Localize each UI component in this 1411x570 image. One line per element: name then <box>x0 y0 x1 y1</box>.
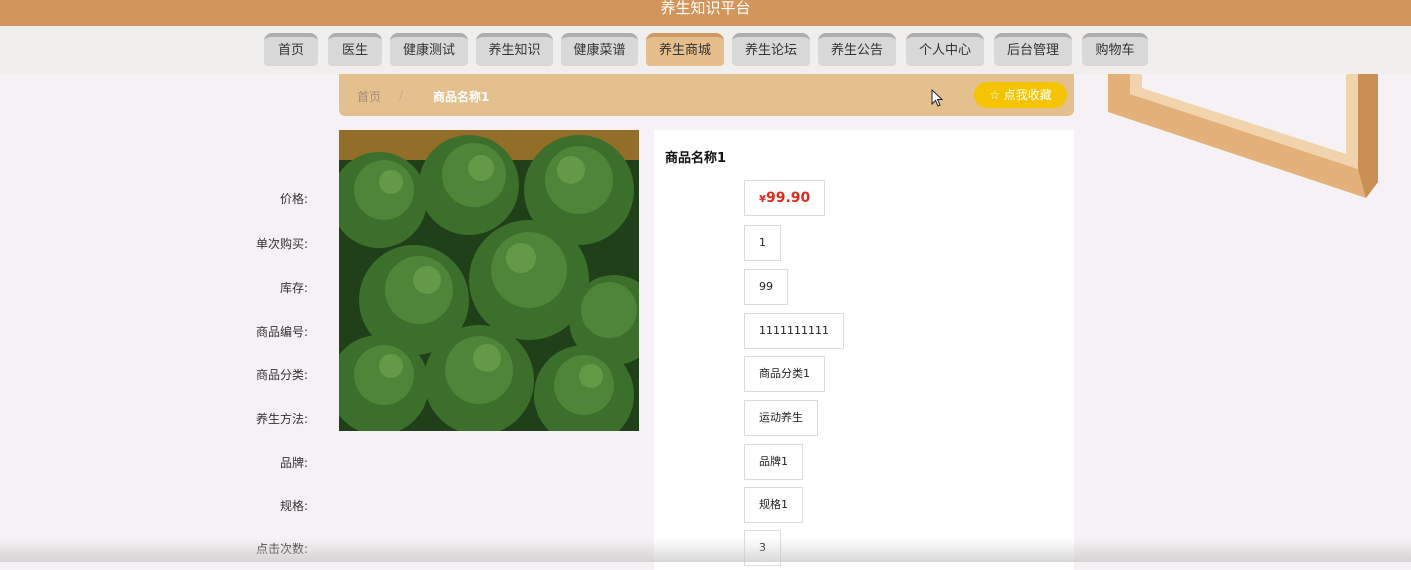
nav-item-wellness-knowledge[interactable]: 养生知识 <box>476 33 553 66</box>
method-label: 养生方法: <box>255 412 308 426</box>
quantity-value[interactable]: 1 <box>744 225 781 261</box>
brand-value: 品牌1 <box>744 444 803 480</box>
product-code-value: 1111111111 <box>744 313 844 349</box>
site-title: 养生知识平台 <box>660 0 751 17</box>
stock-value: 99 <box>744 269 788 305</box>
favorite-button[interactable]: ☆ 点我收藏 <box>974 82 1067 108</box>
nav-item-home[interactable]: 首页 <box>264 33 318 66</box>
product-details: 商品名称1 价格: ¥99.90 单次购买: 1 库存: 99 商品编号: 11… <box>256 130 1074 570</box>
price-label: 价格: <box>279 192 308 206</box>
spec-label: 规格: <box>279 499 308 513</box>
brand-label: 品牌: <box>279 456 308 470</box>
category-value: 商品分类1 <box>744 356 825 392</box>
nav-item-admin[interactable]: 后台管理 <box>994 33 1072 66</box>
nav-item-user-center[interactable]: 个人中心 <box>906 33 984 66</box>
price-value: ¥99.90 <box>744 180 826 216</box>
breadcrumb-separator: / <box>399 88 404 102</box>
nav-item-cart[interactable]: 购物车 <box>1082 33 1148 66</box>
breadcrumb: 首页 / 商品名称1 ☆ 点我收藏 <box>339 74 1074 116</box>
mouse-cursor-icon <box>931 89 944 107</box>
clicks-value: 3 <box>744 530 781 566</box>
decorative-frame <box>1108 74 1378 198</box>
product-code-label: 商品编号: <box>255 325 308 339</box>
price-amount: 99.90 <box>765 190 811 206</box>
category-label: 商品分类: <box>255 368 308 382</box>
stock-label: 库存: <box>279 281 308 295</box>
breadcrumb-current: 商品名称1 <box>433 90 490 104</box>
breadcrumb-home-link[interactable]: 首页 <box>357 88 381 105</box>
nav-item-forum[interactable]: 养生论坛 <box>732 33 810 66</box>
nav-item-healthy-recipes[interactable]: 健康菜谱 <box>561 33 638 66</box>
clicks-label: 点击次数: <box>255 542 308 556</box>
spec-value: 规格1 <box>744 487 803 523</box>
nav-item-wellness-mall[interactable]: 养生商城 <box>646 33 724 66</box>
product-name: 商品名称1 <box>665 151 727 166</box>
product-image <box>339 130 639 431</box>
nav-item-health-test[interactable]: 健康测试 <box>390 33 468 66</box>
nav-item-doctor[interactable]: 医生 <box>328 33 382 66</box>
method-value: 运动养生 <box>744 400 818 436</box>
main-nav: 首页 医生 健康测试 养生知识 健康菜谱 养生商城 养生论坛 养生公告 个人中心… <box>0 26 1411 74</box>
quantity-label: 单次购买: <box>255 237 308 251</box>
currency-symbol: ¥ <box>759 194 766 205</box>
nav-item-announcements[interactable]: 养生公告 <box>818 33 896 66</box>
site-header: 养生知识平台 <box>0 0 1411 26</box>
